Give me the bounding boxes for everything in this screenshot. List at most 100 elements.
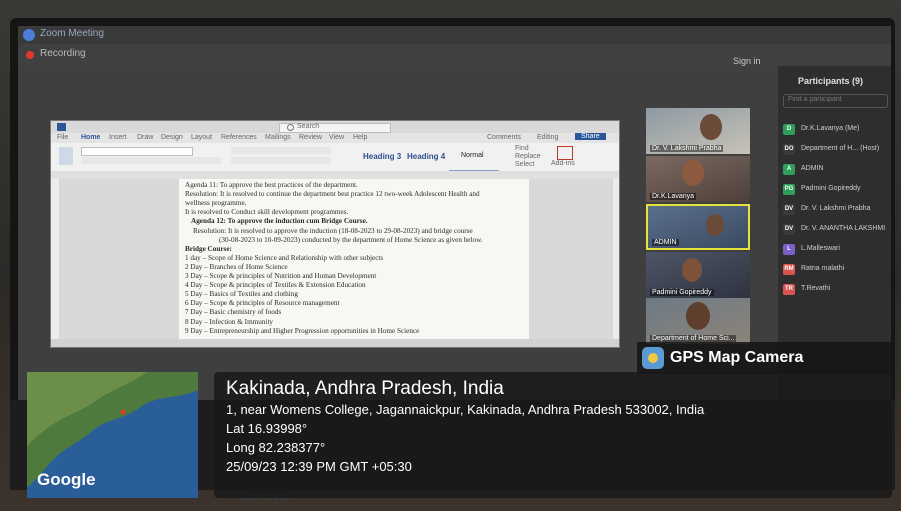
document-page[interactable]: Agenda 11: To approve the best practices…: [179, 179, 529, 339]
select-button[interactable]: Select: [515, 161, 534, 168]
tab-design[interactable]: Design: [161, 134, 183, 141]
participant-item[interactable]: L L.Malleswari: [783, 242, 891, 258]
video-tile-name: Department of Home Sci...: [650, 335, 737, 342]
participant-name: Department of H... (Host): [801, 145, 880, 152]
participant-face: [682, 160, 704, 186]
participant-avatar: TR: [783, 284, 795, 295]
style-normal[interactable]: Normal: [461, 152, 484, 159]
document-line: Agenda 12: To approve the induction cum …: [191, 217, 368, 226]
video-tile[interactable]: Dr.K.Lavanya: [646, 156, 750, 202]
search-icon: [287, 124, 294, 131]
participant-search-input[interactable]: Find a participant: [788, 96, 842, 103]
participant-item[interactable]: A ADMIN: [783, 162, 891, 178]
tab-view[interactable]: View: [329, 134, 344, 141]
participant-avatar: RM: [783, 264, 795, 275]
document-canvas: Agenda 11: To approve the best practices…: [59, 179, 613, 339]
participant-item[interactable]: DV Dr. V. Lakshmi Prabha: [783, 202, 891, 218]
video-tile-active[interactable]: ADMIN: [646, 204, 750, 250]
video-tile[interactable]: Dr. V. Lakshmi Prabha: [646, 108, 750, 154]
document-line: Resolution: It is resolved to continue t…: [185, 190, 480, 199]
participant-item[interactable]: RM Ratna malathi: [783, 262, 891, 278]
tab-review[interactable]: Review: [299, 134, 322, 141]
tab-insert[interactable]: Insert: [109, 134, 127, 141]
shared-word-window: Search File Home Insert Draw Design Layo…: [50, 120, 620, 348]
paste-icon[interactable]: [59, 147, 73, 165]
alignment-tools[interactable]: [231, 157, 331, 164]
document-line: 9 Day – Entrepreneurship and Higher Prog…: [185, 326, 420, 335]
document-line: 8 Day – Infection & Immunity: [185, 317, 274, 326]
participant-item[interactable]: DO Department of H... (Host): [783, 142, 891, 158]
tab-references[interactable]: References: [221, 134, 257, 141]
participant-name: T.Revathi: [801, 285, 831, 292]
participant-item[interactable]: D Dr.K.Lavanya (Me): [783, 122, 891, 138]
word-title-bar: Search: [51, 121, 619, 133]
tab-file[interactable]: File: [57, 134, 68, 141]
word-menu-tabs: File Home Insert Draw Design Layout Refe…: [51, 133, 619, 143]
document-line: 6 Day – Scope & principles of Resource m…: [185, 299, 340, 308]
document-line: It is resolved to Conduct skill developm…: [185, 208, 349, 217]
video-tile[interactable]: Padmini Gopireddy: [646, 252, 750, 298]
video-tile-name: ADMIN: [652, 239, 679, 246]
word-ruler: [51, 171, 619, 179]
share-button[interactable]: Share: [575, 133, 606, 140]
gps-place: Kakinada, Andhra Pradesh, India: [226, 378, 504, 399]
document-line: (30-08-2023 to 10-09-2023) conducted by …: [219, 235, 483, 244]
document-line: 1 day – Scope of Home Science and Relati…: [185, 253, 384, 262]
recording-dot-icon: [26, 51, 34, 59]
style-heading-3[interactable]: Heading 3: [363, 152, 401, 161]
style-heading-4[interactable]: Heading 4: [407, 152, 445, 161]
zoom-logo-icon: [23, 29, 35, 41]
participant-avatar: L: [783, 244, 795, 255]
tab-layout[interactable]: Layout: [191, 134, 212, 141]
comments-button[interactable]: Comments: [487, 134, 521, 141]
word-icon: [57, 123, 66, 131]
video-tile-name: Padmini Gopireddy: [650, 289, 714, 296]
video-tile-name: Dr.K.Lavanya: [650, 193, 697, 200]
participant-item[interactable]: TR T.Revathi: [783, 282, 891, 298]
participant-name: Dr. V. ANANTHA LAKSHMI: [801, 225, 886, 232]
participant-avatar: D: [783, 124, 795, 135]
participant-name: Padmini Gopireddy: [801, 185, 861, 192]
find-button[interactable]: Find: [515, 145, 529, 152]
add-ins-button[interactable]: Add-ins: [551, 160, 575, 167]
window-title: Zoom Meeting: [40, 28, 104, 39]
camera-lens-icon: [648, 353, 658, 363]
gps-datetime: 25/09/23 12:39 PM GMT +05:30: [226, 459, 412, 474]
tab-draw[interactable]: Draw: [137, 134, 153, 141]
participant-item[interactable]: PG Padmini Gopireddy: [783, 182, 891, 198]
paragraph-tools[interactable]: [231, 147, 331, 154]
participant-avatar: PG: [783, 184, 795, 195]
document-line: 3 Day – Scope & principles of Nutrition …: [185, 272, 377, 280]
participant-item[interactable]: DV Dr. V. ANANTHA LAKSHMI: [783, 222, 891, 238]
participant-face: [682, 258, 702, 282]
recording-label[interactable]: Recording: [40, 48, 86, 59]
participant-name: L.Malleswari: [801, 245, 840, 252]
zoom-title-bar: [18, 26, 891, 44]
font-format-tools[interactable]: [81, 157, 221, 164]
editing-mode-button[interactable]: Editing: [537, 134, 558, 141]
document-line: Agenda 11: To approve the best practices…: [185, 181, 358, 189]
document-line: Bridge Course:: [185, 244, 232, 253]
participant-face: [706, 214, 724, 236]
word-search-input[interactable]: Search: [297, 123, 319, 130]
tab-home[interactable]: Home: [81, 134, 100, 141]
document-line: wellness programme.: [185, 199, 247, 208]
document-line: 7 Day – Basic chemistry of foods: [185, 308, 282, 317]
word-search-box[interactable]: [279, 123, 391, 133]
word-status-bar: [51, 339, 619, 347]
add-ins-icon[interactable]: [557, 146, 573, 160]
video-tile-name: Dr. V. Lakshmi Prabha: [650, 145, 724, 152]
gps-app-name: GPS Map Camera: [670, 349, 804, 366]
sign-in-button[interactable]: Sign in: [733, 56, 761, 66]
document-line: 2 Day – Branches of Home Science: [185, 262, 288, 271]
replace-button[interactable]: Replace: [515, 153, 541, 160]
gps-longitude: Long 82.238377°: [226, 440, 326, 455]
participant-face: [700, 114, 722, 140]
tab-help[interactable]: Help: [353, 134, 367, 141]
video-tile[interactable]: Department of Home Sci...: [646, 298, 750, 344]
participant-avatar: DV: [783, 204, 795, 215]
participant-name: Dr. V. Lakshmi Prabha: [801, 205, 871, 212]
tab-mailings[interactable]: Mailings: [265, 134, 291, 141]
document-line: 5 Day – Basics of Textiles and clothing: [185, 290, 298, 299]
font-selector[interactable]: [81, 147, 193, 156]
